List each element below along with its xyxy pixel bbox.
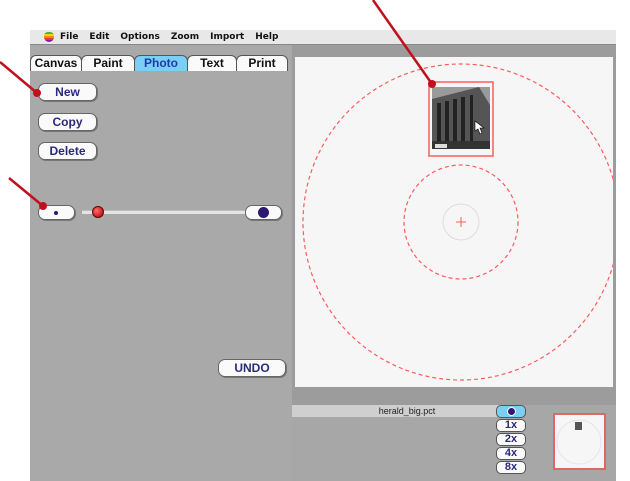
arrow-tip-new xyxy=(33,89,41,97)
arrow-tip-small xyxy=(39,202,47,210)
arrow-tip-photo xyxy=(428,80,436,88)
arrow-to-new-button xyxy=(0,61,38,94)
annotation-arrows xyxy=(0,0,436,210)
arrow-to-photo xyxy=(371,0,434,85)
arrow-to-small-button xyxy=(8,177,44,207)
